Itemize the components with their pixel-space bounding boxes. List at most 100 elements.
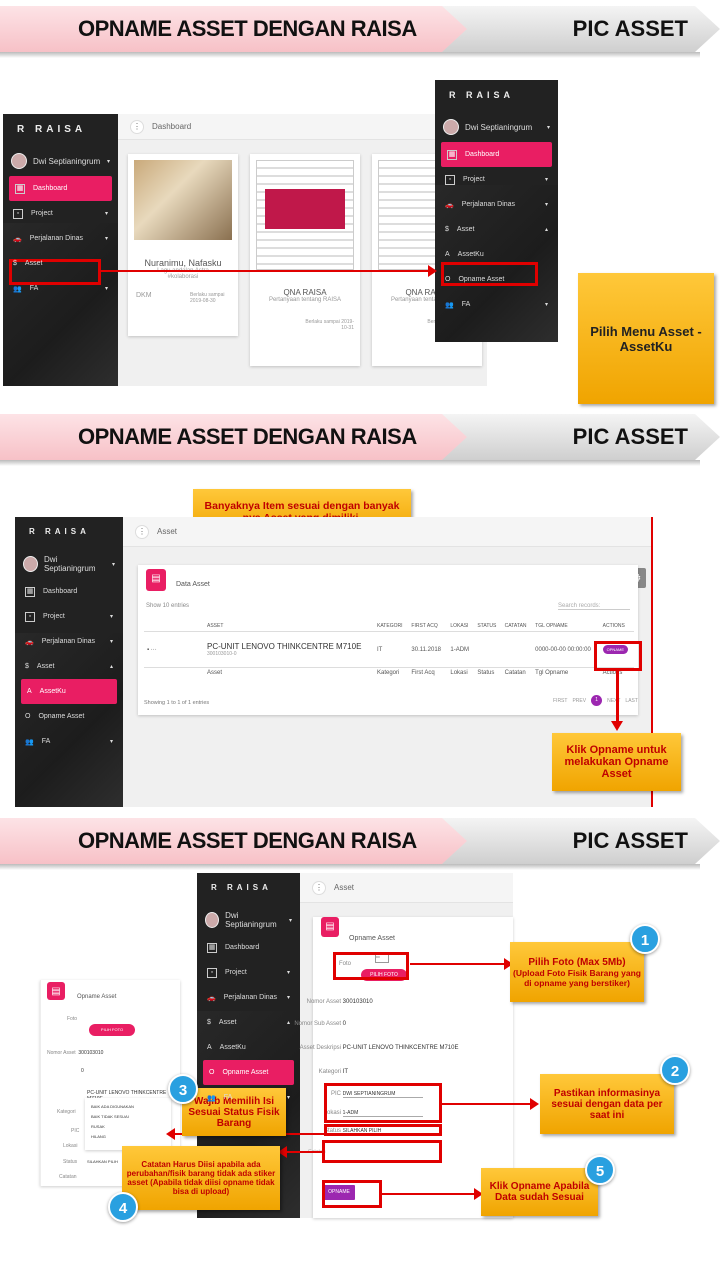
chevron-down-icon: ▾	[104, 211, 108, 217]
arrow-line	[285, 1151, 323, 1153]
callout-pastikan: Pastikan informasinya sesuai dengan data…	[540, 1074, 674, 1134]
dropdown-option[interactable]: HILANG	[91, 1132, 165, 1142]
asset-code: 300103010-0	[207, 651, 237, 657]
card-title: QNA RAISA	[283, 288, 327, 297]
col-header[interactable]: TGL OPNAME	[532, 621, 600, 632]
chevron-down-icon: ▾	[109, 639, 113, 645]
menu-fa[interactable]: 👥 FA ▾	[15, 729, 123, 754]
pager-first[interactable]: FIRST	[553, 698, 567, 704]
col-header[interactable]: FIRST ACQ	[408, 621, 447, 632]
people-icon: 👥	[207, 1094, 216, 1102]
chevron-down-icon: ▾	[104, 286, 108, 292]
col-header[interactable]: ASSET	[204, 621, 374, 632]
news-card-1[interactable]: Nuranimu, Nafasku Lagu andalan Astra #ko…	[128, 154, 238, 336]
col-header[interactable]: LOKASI	[447, 621, 474, 632]
nomor-sub-value: 0	[81, 1068, 84, 1074]
menu-dashboard[interactable]: ▦ Dashboard	[15, 579, 123, 604]
dropdown-option[interactable]: BAIK TIDAK SESUAI	[91, 1112, 165, 1122]
menu-label: Opname Asset	[38, 713, 85, 720]
show-entries[interactable]: Show 10 entries	[146, 603, 189, 609]
menu-toggle-icon[interactable]: ⋮	[135, 524, 149, 539]
menu-perjalanan[interactable]: 🚗 Perjalanan Dinas ▾	[3, 226, 118, 251]
asset-name: PC-UNIT LENOVO THINKCENTRE M710E	[207, 642, 362, 651]
chevron-down-icon: ▾	[286, 970, 290, 976]
menu-asset[interactable]: $ Asset ▴	[15, 654, 123, 679]
sidebar: R RAISA Dwi Septianingrum ▾ ▦ Dashboard ▫ P…	[3, 114, 118, 386]
menu-opname-asset[interactable]: O Opname Asset	[15, 704, 123, 729]
callout-text: Catatan Harus Diisi apabila ada perubaha…	[126, 1160, 276, 1196]
chevron-down-icon: ▾	[544, 177, 548, 183]
chevron-down-icon: ▾	[109, 614, 113, 620]
pilih-foto-button[interactable]: PILIH FOTO	[89, 1024, 135, 1036]
news-card-2[interactable]: QNA RAISA Pertanyaan tentang RAISA Berla…	[250, 154, 360, 366]
search-input[interactable]: Search records:	[558, 603, 630, 610]
project-icon: ▫	[13, 208, 23, 219]
menu-assetku[interactable]: A AssetKu	[435, 242, 558, 267]
col-header[interactable]: KATEGORI	[374, 621, 408, 632]
menu-label: Project	[43, 613, 65, 620]
menu-label: Perjalanan Dinas	[29, 235, 84, 242]
menu-fa[interactable]: 👥 FA ▾	[197, 1085, 300, 1110]
menu-assetku[interactable]: A AssetKu	[197, 1035, 300, 1060]
screenshot-dashboard: R RAISA Dwi Septianingrum ▾ ▦ Dashboard ▫ P…	[3, 114, 487, 386]
menu-toggle-icon[interactable]: ⋮	[312, 880, 326, 895]
menu-perjalanan[interactable]: 🚗 Perjalanan Dinas ▾	[435, 192, 558, 217]
nomor-asset-label: Nomor Asset	[306, 999, 341, 1005]
user-profile[interactable]: Dwi Septianingrum ▾	[197, 905, 300, 935]
step-1-badge: 1	[630, 924, 660, 954]
col-footer: Kategori	[377, 670, 400, 676]
col-header[interactable]: STATUS	[474, 621, 501, 632]
col-header[interactable]: ACTIONS	[600, 621, 634, 632]
user-profile[interactable]: Dwi Septianingrum ▾	[435, 112, 558, 142]
menu-label: Opname Asset	[458, 276, 505, 283]
menu-fa[interactable]: 👥 FA ▾	[435, 292, 558, 317]
menu-fa[interactable]: 👥 FA ▾	[3, 276, 118, 301]
pager-prev[interactable]: PREV	[572, 698, 586, 704]
brand: R RAISA	[29, 527, 90, 536]
menu-perjalanan[interactable]: 🚗 Perjalanan Dinas ▾	[15, 629, 123, 654]
menu-label: FA	[41, 738, 51, 745]
col-header[interactable]: CATATAN	[502, 621, 532, 632]
dropdown-option[interactable]: BAIK ADA DIGUNAKAN	[91, 1102, 165, 1112]
menu-project[interactable]: ▫ Project ▾	[197, 960, 300, 985]
user-profile[interactable]: Dwi Septianingrum ▾	[15, 549, 123, 579]
sidebar-zoom: R RAISA Dwi Septianingrum ▾ ▦ Dashboard ▫ P…	[435, 80, 558, 342]
user-name: Dwi Septianingrum	[225, 911, 277, 929]
col-footer: Tgl Opname	[535, 670, 569, 676]
menu-asset[interactable]: $ Asset ▴	[435, 217, 558, 242]
status-dropdown[interactable]: BAIK ADA DIGUNAKAN BAIK TIDAK SESUAI RUS…	[85, 1098, 171, 1150]
pager-last[interactable]: LAST	[625, 698, 638, 704]
menu-label: AssetKu	[219, 1044, 246, 1051]
menu-dashboard[interactable]: ▦ Dashboard	[441, 142, 552, 167]
menu-perjalanan[interactable]: 🚗 Perjalanan Dinas ▾	[197, 985, 300, 1010]
col-footer: Status	[477, 670, 495, 676]
menu-assetku[interactable]: A AssetKu	[21, 679, 117, 704]
pager-page[interactable]: 1	[591, 695, 603, 706]
dollar-icon: $	[13, 260, 17, 267]
menu-project[interactable]: ▫ Project ▾	[15, 604, 123, 629]
menu-opname-asset[interactable]: O Opname Asset	[435, 267, 558, 292]
user-profile[interactable]: Dwi Septianingrum ▾	[3, 146, 118, 176]
menu-asset[interactable]: $ Asset	[3, 251, 118, 276]
menu-toggle-icon[interactable]: ⋮	[130, 119, 144, 134]
avatar	[23, 556, 38, 572]
status-value[interactable]: SILAHKAN PILIH	[87, 1159, 118, 1164]
menu-project[interactable]: ▫ Project ▾	[435, 167, 558, 192]
kategori-value: IT	[342, 1069, 349, 1075]
chevron-up-icon: ▴	[109, 664, 113, 670]
user-name: Dwi Septianingrum	[43, 555, 96, 573]
menu-project[interactable]: ▫ Project ▾	[3, 201, 118, 226]
menu-dashboard[interactable]: ▦ Dashboard	[197, 935, 300, 960]
col-footer: Asset	[207, 670, 223, 676]
card-title: Opname Asset	[77, 994, 117, 1000]
callout-text: Klik Opname untuk melakukan Opname Asset	[564, 744, 669, 780]
arrow-head	[611, 721, 623, 731]
menu-dashboard[interactable]: ▦ Dashboard	[9, 176, 112, 201]
col-footer: Catatan	[504, 670, 526, 676]
callout-pilih-foto: Pilih Foto (Max 5Mb) (Upload Foto Fisik B…	[510, 942, 644, 1002]
asset-table: ASSET KATEGORI FIRST ACQ LOKASI STATUS C…	[144, 621, 634, 678]
menu-opname-asset[interactable]: O Opname Asset	[203, 1060, 294, 1085]
callout-klik-opname: Klik Opname Apabila Data sudah Sesuai	[481, 1168, 598, 1216]
dropdown-option[interactable]: RUSAK	[91, 1122, 165, 1132]
menu-asset[interactable]: $ Asset ▴	[197, 1010, 300, 1035]
